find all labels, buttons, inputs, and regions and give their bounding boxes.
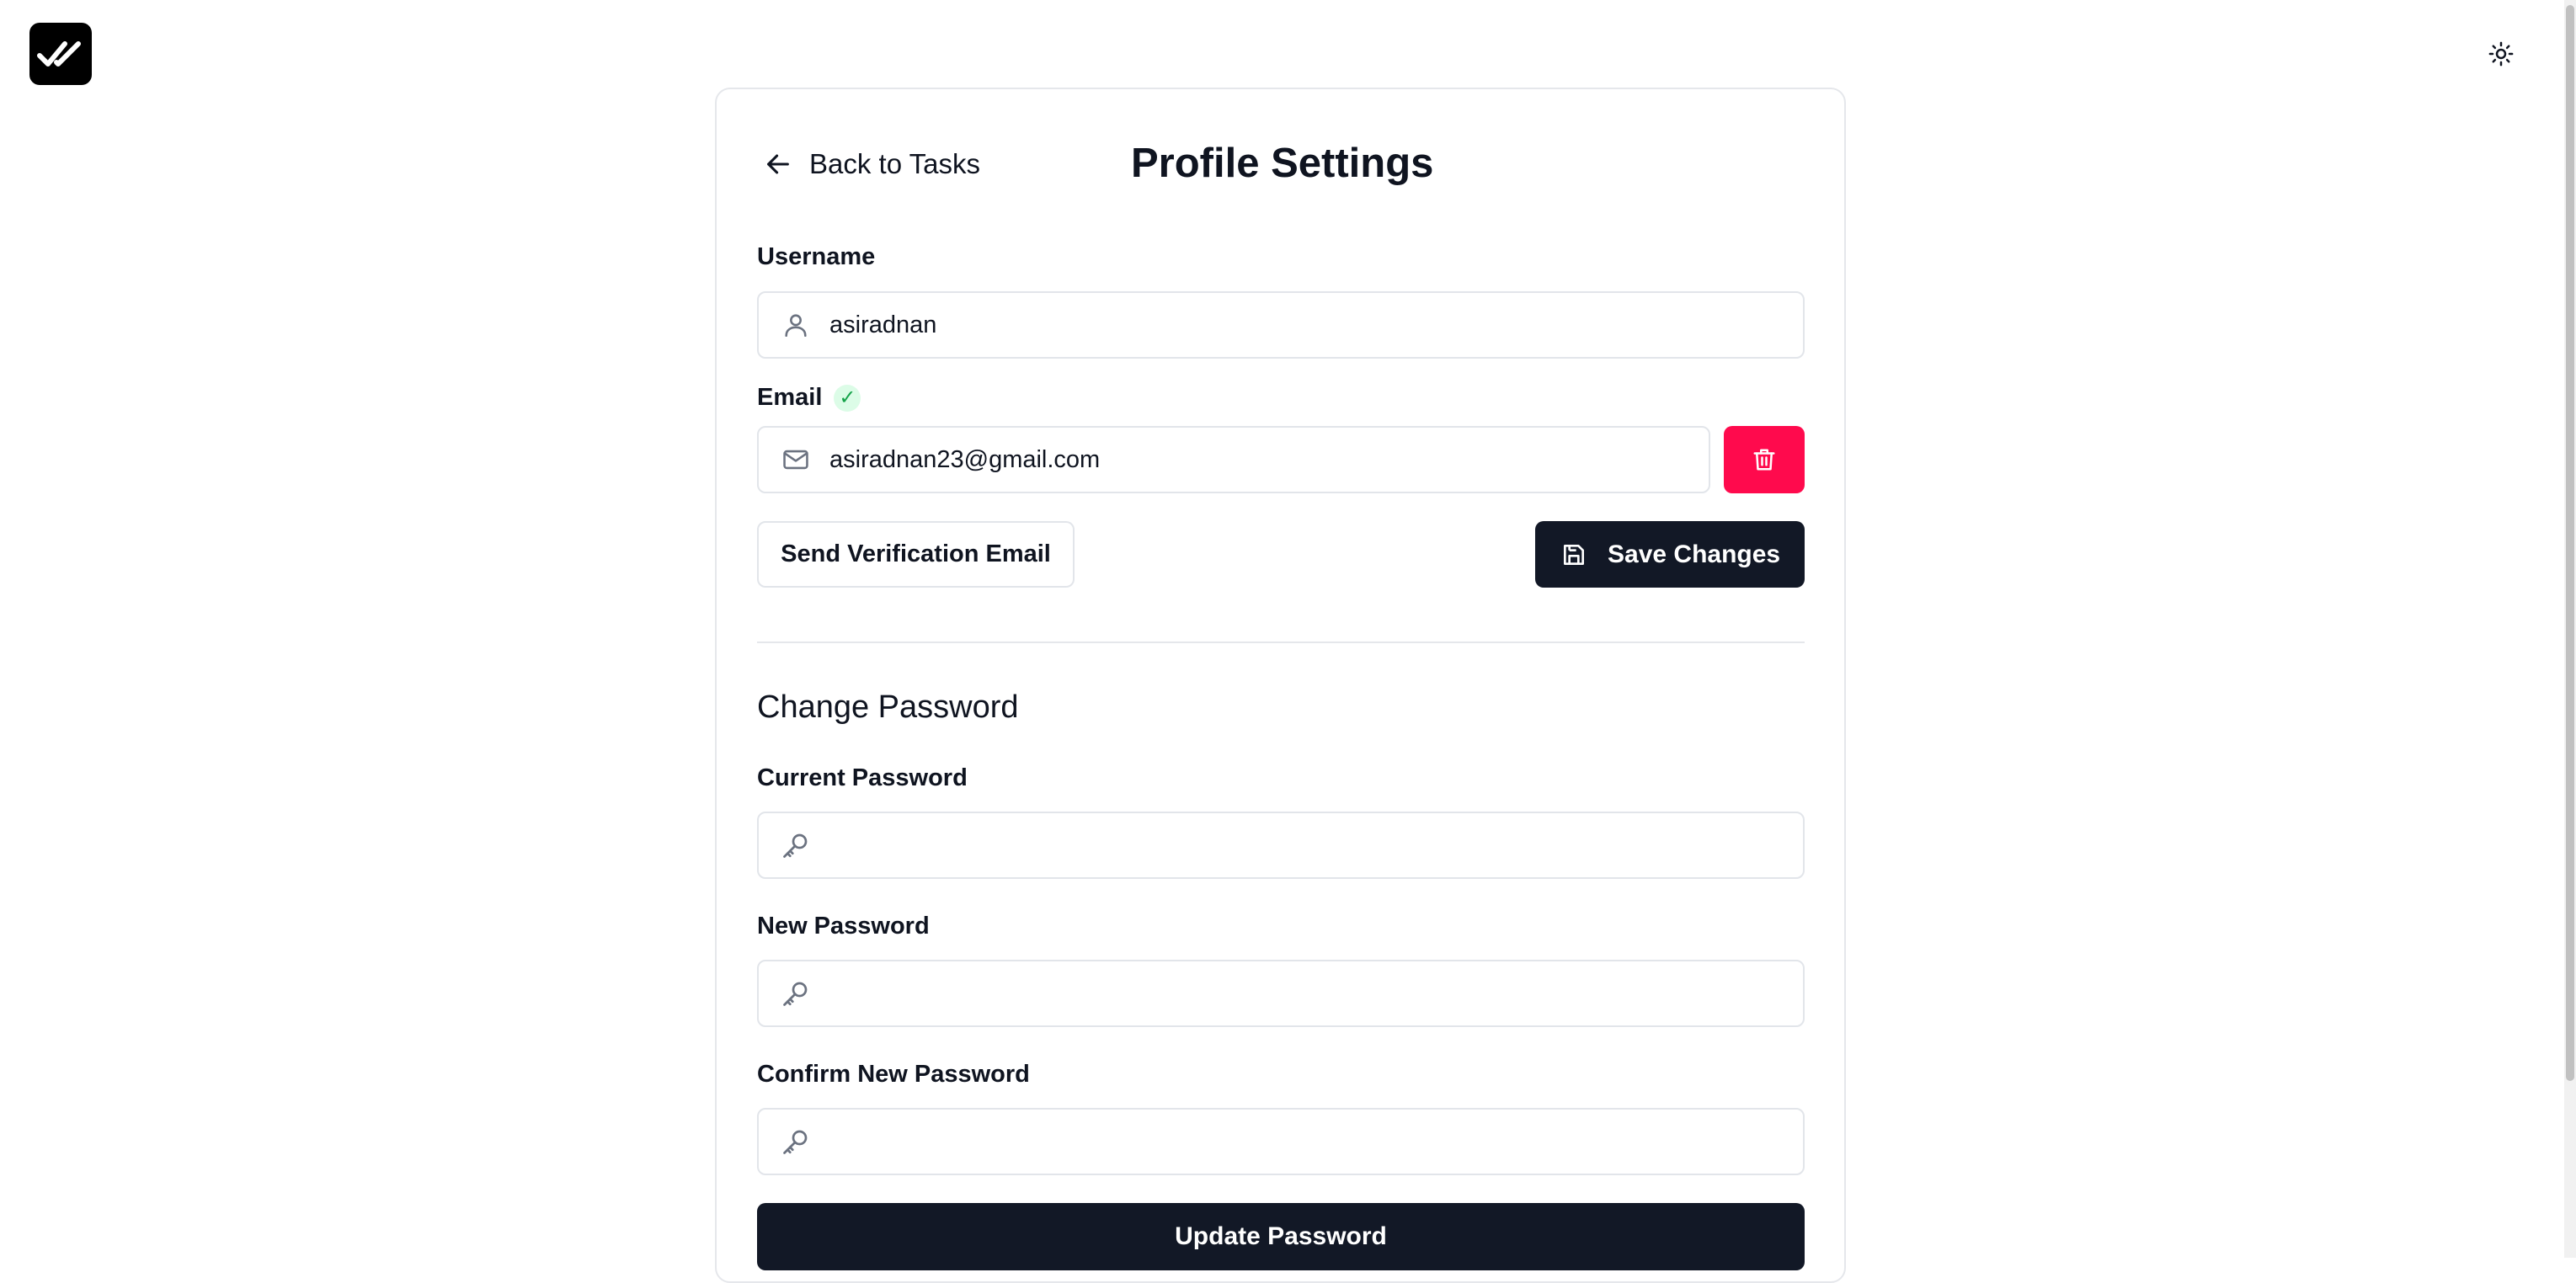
email-verified-badge: ✓ [834, 384, 861, 412]
username-input[interactable] [828, 310, 1803, 340]
username-label: Username [757, 243, 875, 271]
email-label: Email ✓ [757, 384, 861, 412]
double-check-icon [37, 41, 81, 67]
change-password-heading: Change Password [757, 689, 1019, 725]
delete-email-button[interactable] [1724, 426, 1805, 493]
section-divider [757, 642, 1805, 643]
app-logo[interactable] [29, 23, 92, 85]
new-password-field[interactable] [757, 960, 1805, 1027]
new-password-label-text: New Password [757, 913, 930, 940]
email-field[interactable] [757, 426, 1710, 493]
send-verification-email-button[interactable]: Send Verification Email [757, 521, 1075, 588]
save-changes-label: Save Changes [1608, 540, 1781, 568]
confirm-password-label: Confirm New Password [757, 1061, 1030, 1089]
save-icon [1564, 544, 1584, 565]
mail-icon [777, 441, 814, 478]
sun-icon [2488, 41, 2514, 67]
arrow-left-icon [767, 154, 789, 174]
back-to-tasks-link[interactable]: Back to Tasks [764, 143, 980, 185]
page-title: Profile Settings [1131, 141, 1434, 186]
key-icon [777, 1123, 814, 1160]
current-password-field[interactable] [757, 812, 1805, 879]
email-input[interactable] [828, 445, 1709, 475]
confirm-password-label-text: Confirm New Password [757, 1061, 1030, 1088]
scrollbar-track[interactable] [2564, 0, 2576, 1258]
confirm-password-field[interactable] [757, 1108, 1805, 1175]
current-password-label-text: Current Password [757, 764, 968, 791]
new-password-input[interactable] [828, 978, 1803, 1009]
save-changes-button[interactable]: Save Changes [1535, 521, 1805, 588]
username-field[interactable] [757, 291, 1805, 359]
trash-icon [1753, 449, 1775, 471]
key-icon [777, 975, 814, 1012]
current-password-label: Current Password [757, 764, 968, 792]
back-link-label: Back to Tasks [809, 148, 980, 179]
theme-toggle-button[interactable] [2484, 37, 2518, 71]
username-label-text: Username [757, 243, 876, 270]
scrollbar-thumb[interactable] [2566, 5, 2574, 1081]
update-password-button[interactable]: Update Password [757, 1203, 1805, 1270]
confirm-password-input[interactable] [828, 1126, 1803, 1157]
key-icon [777, 827, 814, 864]
new-password-label: New Password [757, 913, 930, 940]
email-label-text: Email [757, 384, 823, 411]
user-icon [777, 306, 814, 343]
current-password-input[interactable] [828, 830, 1803, 860]
